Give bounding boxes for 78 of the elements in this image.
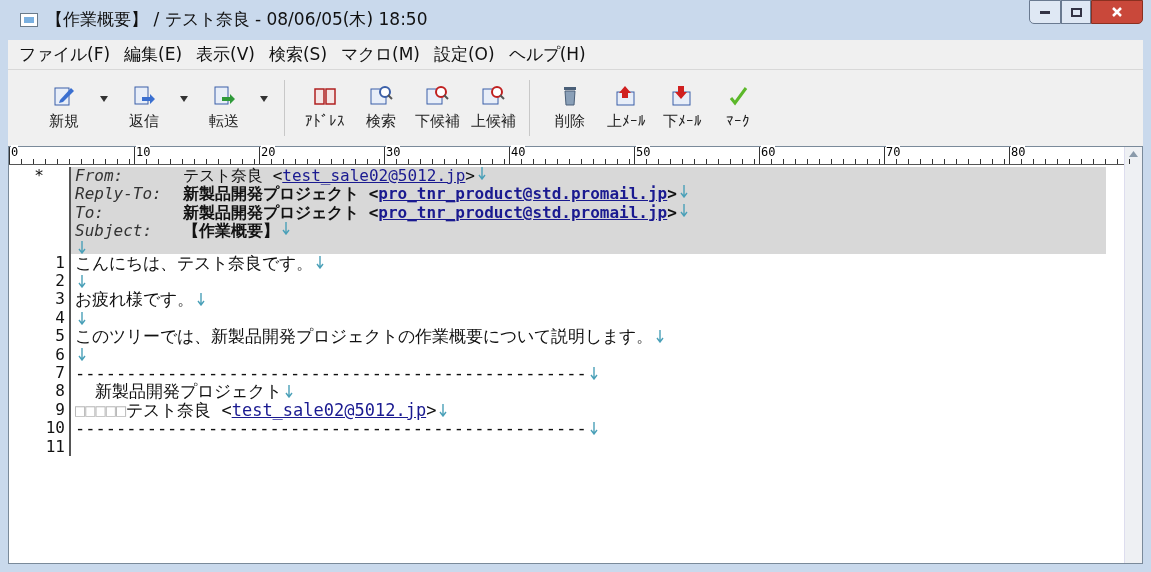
ruler-number: 20 [261,145,276,159]
document-magnifier-icon [480,83,506,108]
toolbar-button[interactable]: 検索 [353,83,409,133]
header-key: To: [75,203,183,223]
menu-item[interactable]: 設定(O) [426,41,502,68]
line-text: お疲れ様です。 [75,290,194,309]
ruler-number: 50 [636,145,651,159]
close-button[interactable] [1091,0,1143,24]
toolbar-button[interactable]: 新規 [36,83,116,133]
line-number: 7 [54,364,66,383]
line-text: こんにちは、テスト奈良です。 [75,253,313,273]
document-magnifier-icon [368,83,394,108]
toolbar-button[interactable]: ｱﾄﾞﾚｽ [297,83,353,133]
line-text: 【作業概要】 [183,222,279,241]
scrollbar[interactable] [1124,147,1142,563]
window-title: 【作業概要】 / テスト奈良 - 08/06/05(木) 18:50 [46,8,428,32]
toolbar-button[interactable]: 転送 [196,83,276,133]
header-marker: * [34,167,44,186]
line-number: 11 [44,437,66,457]
line-text: > [667,203,677,223]
minimize-button[interactable] [1029,0,1061,24]
toolbar-button[interactable]: 上候補 [465,83,521,133]
maximize-button[interactable] [1061,0,1091,24]
line-text: テスト奈良 < [126,400,232,420]
line-number: 6 [54,345,66,365]
menu-item[interactable]: ヘルプ(H) [501,41,593,68]
toolbar-button[interactable]: ﾏｰｸ [710,83,766,133]
menu-item[interactable]: ファイル(F) [12,41,118,68]
toolbar-button[interactable]: 返信 [116,83,196,133]
line-number: 5 [54,327,66,346]
ruler-number: 0 [11,145,19,159]
menu-item[interactable]: 検索(S) [261,41,335,68]
menu-item[interactable]: 表示(V) [189,41,262,68]
ruler-number: 60 [761,145,776,159]
menu-item[interactable]: マクロ(M) [334,41,427,68]
caret-icon [180,95,188,102]
line-number: 4 [54,308,66,328]
header-key: Subject: [75,222,183,241]
line-number: 8 [54,382,66,401]
window-icon [20,13,38,27]
line-text: -------------------------------------------------- [75,419,587,438]
line-text: このツリーでは、新製品開発プロジェクトの作業概要について説明します。 [75,327,653,346]
line-text: 新製品開発プロジェクト < [183,185,379,204]
line-number: 2 [54,272,66,291]
document-arrow-icon [211,83,237,108]
ruler-number: 10 [136,145,151,159]
ruler-number: 40 [511,145,526,159]
line-number: 1 [54,253,66,273]
menu-item[interactable]: 編集(E) [117,41,190,68]
ruler-number: 30 [386,145,401,159]
line-text: > [465,167,475,185]
line-number: 3 [54,290,66,309]
line-text: > [667,185,677,204]
email-link[interactable]: pro_tnr_product@std.promail.jp [378,185,668,204]
email-link[interactable]: test_sale02@5012.jp [231,400,427,420]
ruler-number: 80 [1011,145,1026,159]
line-text: -------------------------------------------------- [75,364,587,383]
close-icon [1111,6,1123,18]
line-text: > [426,400,437,420]
email-link[interactable]: test_sale02@5012.jp [282,167,466,186]
toolbar-button[interactable]: 上ﾒｰﾙ [598,83,654,133]
document-arrow-icon [131,83,157,108]
line-text: 新製品開発プロジェクト < [183,203,379,222]
document-magnifier-icon [424,83,450,108]
toolbar-button[interactable]: 下候補 [409,83,465,133]
toolbar-button[interactable]: 削除 [542,83,598,133]
toolbar-button[interactable]: 下ﾒｰﾙ [654,83,710,133]
caret-icon [100,95,108,102]
header-key: From: [75,167,183,186]
caret-icon [260,95,268,102]
email-link[interactable]: pro_tnr_product@std.promail.jp [378,203,668,223]
line-text: 新製品開発プロジェクト [94,382,283,401]
line-text: テスト奈良 < [183,167,283,185]
line-number: 10 [44,419,66,438]
ruler-number: 70 [886,145,901,159]
header-key: Reply-To: [75,185,183,204]
space-marks: □□□□□ [75,400,127,420]
line-number: 9 [54,400,66,420]
